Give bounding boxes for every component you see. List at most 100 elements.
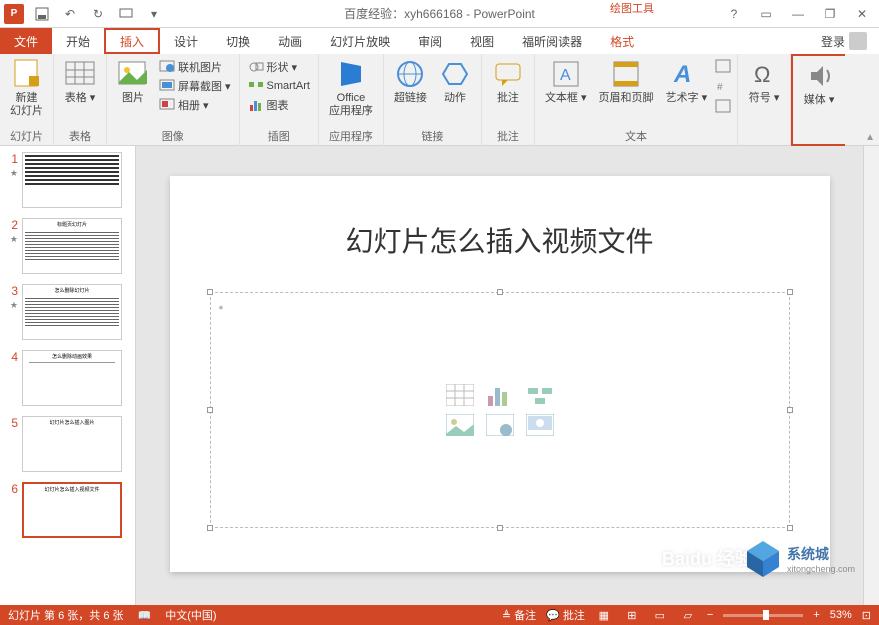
xitongcheng-watermark: 系统城xitongcheng.com xyxy=(743,539,855,579)
group-media: 媒体 ▾ xyxy=(791,54,845,146)
slide-counter[interactable]: 幻灯片 第 6 张，共 6 张 xyxy=(8,607,124,623)
slide[interactable]: 幻灯片怎么插入视频文件 • xyxy=(170,176,830,572)
tab-insert[interactable]: 插入 xyxy=(104,28,160,54)
shapes-button[interactable]: 形状 ▾ xyxy=(246,58,312,76)
screenshot-button[interactable]: 屏幕截图 ▾ xyxy=(157,77,233,95)
thumb-2[interactable]: 2★标题页幻灯片 xyxy=(4,218,131,274)
thumb-1[interactable]: 1★ xyxy=(4,152,131,208)
slideshow-view-button[interactable]: ▱ xyxy=(679,608,697,622)
reading-view-button[interactable]: ▭ xyxy=(651,608,669,622)
action-button[interactable]: 动作 xyxy=(435,56,475,107)
normal-view-button[interactable]: ▦ xyxy=(595,608,613,622)
contextual-tab-label: 绘图工具 xyxy=(610,0,654,16)
qat-more-icon[interactable]: ▾ xyxy=(144,4,164,24)
svg-text:Ω: Ω xyxy=(754,62,770,87)
status-bar: 幻灯片 第 6 张，共 6 张 📖 中文(中国) ≜ 备注 💬 批注 ▦ ⊞ ▭… xyxy=(0,605,879,625)
slide-canvas[interactable]: 幻灯片怎么插入视频文件 • xyxy=(136,146,863,605)
picture-button[interactable]: 图片 xyxy=(113,56,153,107)
comments-button[interactable]: 💬 批注 xyxy=(546,607,585,623)
close-button[interactable]: ✕ xyxy=(851,3,873,25)
date-icon[interactable] xyxy=(715,58,731,74)
tab-format[interactable]: 格式 xyxy=(596,28,648,54)
undo-button[interactable]: ↶ xyxy=(60,4,80,24)
login-button[interactable]: 登录 xyxy=(809,28,879,54)
apps-icon xyxy=(335,58,367,90)
chart-icon xyxy=(248,97,264,113)
tab-slideshow[interactable]: 幻灯片放映 xyxy=(316,28,404,54)
online-picture-button[interactable]: 联机图片 xyxy=(157,58,233,76)
symbol-button[interactable]: Ω 符号 ▾ xyxy=(744,56,784,107)
thumb-4[interactable]: 4怎么删除动画效果 xyxy=(4,350,131,406)
thumbnail-panel[interactable]: 1★ 2★标题页幻灯片 3★怎么删除幻灯片 4怎么删除动画效果 5幻灯片怎么插入… xyxy=(0,146,136,605)
zoom-slider[interactable] xyxy=(723,614,803,617)
group-tables: 表格 ▾ 表格 xyxy=(54,54,107,146)
svg-text:A: A xyxy=(560,67,571,84)
start-slideshow-button[interactable] xyxy=(116,4,136,24)
thumb-5[interactable]: 5幻灯片怎么插入图片 xyxy=(4,416,131,472)
group-images: 图片 联机图片 屏幕截图 ▾ 相册 ▾ 图像 xyxy=(107,54,240,146)
content-placeholder[interactable]: • xyxy=(210,292,790,528)
insert-video-icon[interactable] xyxy=(526,414,554,436)
zoom-in-button[interactable]: + xyxy=(813,609,819,621)
audio-icon xyxy=(803,60,835,92)
table-button[interactable]: 表格 ▾ xyxy=(60,56,100,107)
wordart-button[interactable]: A 艺术字 ▾ xyxy=(662,56,712,107)
minimize-button[interactable]: — xyxy=(787,3,809,25)
insert-picture-icon[interactable] xyxy=(446,414,474,436)
redo-button[interactable]: ↻ xyxy=(88,4,108,24)
tab-home[interactable]: 开始 xyxy=(52,28,104,54)
zoom-out-button[interactable]: − xyxy=(707,609,713,621)
picture-icon xyxy=(117,58,149,90)
chart-button[interactable]: 图表 xyxy=(246,96,312,114)
media-button[interactable]: 媒体 ▾ xyxy=(799,58,839,109)
watermark-logo-icon xyxy=(743,539,783,579)
object-icon[interactable] xyxy=(715,98,731,114)
collapse-ribbon-button[interactable]: ▲ xyxy=(865,132,875,143)
animation-star-icon: ★ xyxy=(10,168,18,179)
tab-file[interactable]: 文件 xyxy=(0,28,52,54)
new-slide-button[interactable]: 新建 幻灯片 xyxy=(6,56,47,120)
ribbon-options-button[interactable]: ▭ xyxy=(755,3,777,25)
hyperlink-button[interactable]: 超链接 xyxy=(390,56,431,107)
fit-window-button[interactable]: ⊡ xyxy=(862,609,871,622)
header-footer-button[interactable]: 页眉和页脚 xyxy=(595,56,658,107)
notes-button[interactable]: ≜ 备注 xyxy=(502,607,536,623)
album-button[interactable]: 相册 ▾ xyxy=(157,96,233,114)
tab-review[interactable]: 审阅 xyxy=(404,28,456,54)
group-apps: Office 应用程序 应用程序 xyxy=(319,54,384,146)
save-button[interactable] xyxy=(32,4,52,24)
smartart-button[interactable]: SmartArt xyxy=(246,77,312,95)
thumb-3[interactable]: 3★怎么删除幻灯片 xyxy=(4,284,131,340)
slide-number-icon[interactable]: # xyxy=(715,78,731,94)
comment-button[interactable]: 批注 xyxy=(488,56,528,107)
language-label[interactable]: 中文(中国) xyxy=(165,607,216,623)
symbol-icon: Ω xyxy=(748,58,780,90)
header-footer-icon xyxy=(610,58,642,90)
insert-smartart-icon[interactable] xyxy=(526,384,554,406)
screenshot-icon xyxy=(159,78,175,94)
tab-transition[interactable]: 切换 xyxy=(212,28,264,54)
spell-proof-icon[interactable]: 📖 xyxy=(138,609,152,622)
insert-chart-icon[interactable] xyxy=(486,384,514,406)
thumb-6[interactable]: 6幻灯片怎么插入视频文件 xyxy=(4,482,131,538)
group-slides: 新建 幻灯片 幻灯片 xyxy=(0,54,54,146)
document-title: 百度经验：xyh666168 - PowerPoint xyxy=(344,5,535,22)
insert-online-picture-icon[interactable] xyxy=(486,414,514,436)
textbox-button[interactable]: A 文本框 ▾ xyxy=(541,56,591,107)
sorter-view-button[interactable]: ⊞ xyxy=(623,608,641,622)
restore-button[interactable]: ❐ xyxy=(819,3,841,25)
tab-foxit[interactable]: 福昕阅读器 xyxy=(508,28,596,54)
slide-title[interactable]: 幻灯片怎么插入视频文件 xyxy=(170,176,830,260)
tab-view[interactable]: 视图 xyxy=(456,28,508,54)
insert-table-icon[interactable] xyxy=(446,384,474,406)
action-icon xyxy=(439,58,471,90)
textbox-icon: A xyxy=(550,58,582,90)
vertical-scrollbar[interactable] xyxy=(863,146,879,605)
zoom-level[interactable]: 53% xyxy=(830,609,852,621)
tab-design[interactable]: 设计 xyxy=(160,28,212,54)
office-apps-button[interactable]: Office 应用程序 xyxy=(325,56,377,120)
comment-icon xyxy=(492,58,524,90)
help-button[interactable]: ? xyxy=(723,3,745,25)
animation-star-icon: ★ xyxy=(10,300,18,311)
tab-animation[interactable]: 动画 xyxy=(264,28,316,54)
